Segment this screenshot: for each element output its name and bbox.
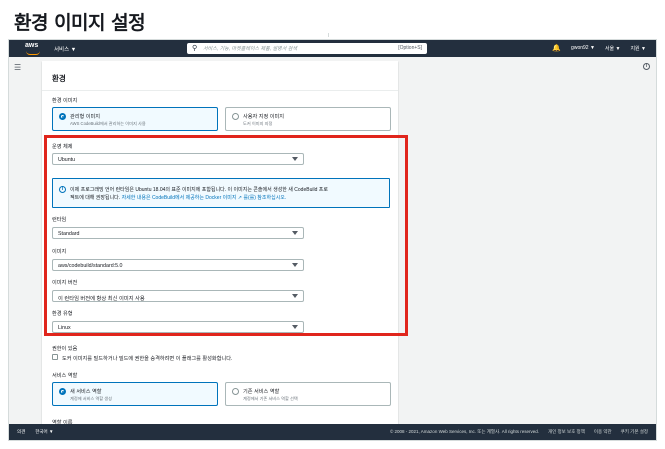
aws-logo-text: aws — [25, 42, 39, 49]
privileged-desc: 도커 이미지를 빌드하거나 빌드에 권한을 승격하려면 이 플래그를 활성화합니… — [62, 356, 233, 362]
language-select[interactable]: 한국어 ▼ — [35, 429, 53, 435]
aws-smile-icon — [26, 51, 40, 55]
nav-right: 🔔 gwon92 ▼ 서울 ▼ 지원 ▼ — [552, 44, 646, 52]
existing-service-role-option[interactable]: 기존 서비스 역할 계정에서 기존 서비스 역할 선택 — [225, 382, 391, 406]
bell-icon[interactable]: 🔔 — [552, 44, 561, 52]
privacy-link[interactable]: 개인 정보 보호 정책 — [548, 429, 585, 435]
custom-image-desc: 도커 이미지 지정 — [243, 121, 273, 126]
env-image-label: 환경 이미지 — [52, 98, 78, 104]
new-service-role-radio[interactable] — [59, 388, 66, 395]
hamburger-menu-icon[interactable]: ☰ — [14, 63, 21, 72]
info-icon[interactable]: i — [643, 63, 650, 70]
new-role-desc: 계정에 서비스 역할 생성 — [70, 396, 113, 401]
divider — [328, 33, 329, 37]
page-heading: 환경 이미지 설정 — [14, 12, 146, 34]
services-menu[interactable]: 서비스 ▼ — [54, 45, 76, 53]
custom-image-title: 사용자 지정 이미지 — [243, 114, 285, 120]
search-icon: ⚲ — [192, 45, 198, 52]
managed-image-option[interactable]: 관리형 이미지 AWS CodeBuild에서 관리하는 이미지 사용 — [52, 107, 218, 131]
managed-image-title: 관리형 이미지 — [70, 114, 101, 120]
service-role-label: 서비스 역할 — [52, 373, 78, 379]
custom-image-radio[interactable] — [232, 113, 239, 120]
existing-role-title: 기존 서비스 역할 — [243, 389, 280, 395]
managed-image-radio[interactable] — [59, 113, 66, 120]
privileged-label: 권한이 있음 — [52, 346, 78, 352]
cookie-preferences-link[interactable]: 쿠키 기본 설정 — [621, 429, 648, 435]
footer: 의견 한국어 ▼ © 2008 - 2021, Amazon Web Servi… — [9, 424, 656, 440]
support-menu[interactable]: 지원 ▼ — [630, 45, 646, 52]
custom-image-option[interactable]: 사용자 지정 이미지 도커 이미지 지정 — [225, 107, 391, 131]
existing-role-desc: 계정에서 기존 서비스 역할 선택 — [243, 396, 298, 401]
feedback-link[interactable]: 의견 — [17, 429, 25, 435]
existing-service-role-radio[interactable] — [232, 388, 239, 395]
panel-title: 환경 — [52, 74, 66, 83]
region-menu[interactable]: 서울 ▼ — [605, 45, 621, 52]
aws-logo[interactable]: aws — [23, 41, 43, 56]
footer-right: © 2008 - 2021, Amazon Web Services, Inc.… — [390, 429, 648, 435]
managed-image-desc: AWS CodeBuild에서 관리하는 이미지 사용 — [70, 121, 146, 126]
privileged-checkbox[interactable] — [52, 354, 58, 360]
new-role-title: 새 서비스 역할 — [70, 389, 102, 395]
user-menu[interactable]: gwon92 ▼ — [571, 45, 595, 51]
copyright-text: © 2008 - 2021, Amazon Web Services, Inc.… — [389, 429, 539, 434]
search-shortcut: [Option+S] — [398, 45, 422, 51]
terms-link[interactable]: 이용 약관 — [594, 429, 612, 435]
top-navigation: aws 서비스 ▼ ⚲ 서비스, 기능, 마켓플레이스 제품, 설명서 검색 [… — [9, 40, 656, 57]
console-window: aws 서비스 ▼ ⚲ 서비스, 기능, 마켓플레이스 제품, 설명서 검색 [… — [8, 39, 657, 441]
search-input[interactable]: ⚲ 서비스, 기능, 마켓플레이스 제품, 설명서 검색 [Option+S] — [187, 43, 427, 54]
search-placeholder: 서비스, 기능, 마켓플레이스 제품, 설명서 검색 — [203, 46, 297, 52]
footer-left: 의견 한국어 ▼ — [17, 429, 53, 435]
new-service-role-option[interactable]: 새 서비스 역할 계정에 서비스 역할 생성 — [52, 382, 218, 406]
highlight-box — [44, 135, 408, 336]
panel-divider — [42, 90, 398, 91]
